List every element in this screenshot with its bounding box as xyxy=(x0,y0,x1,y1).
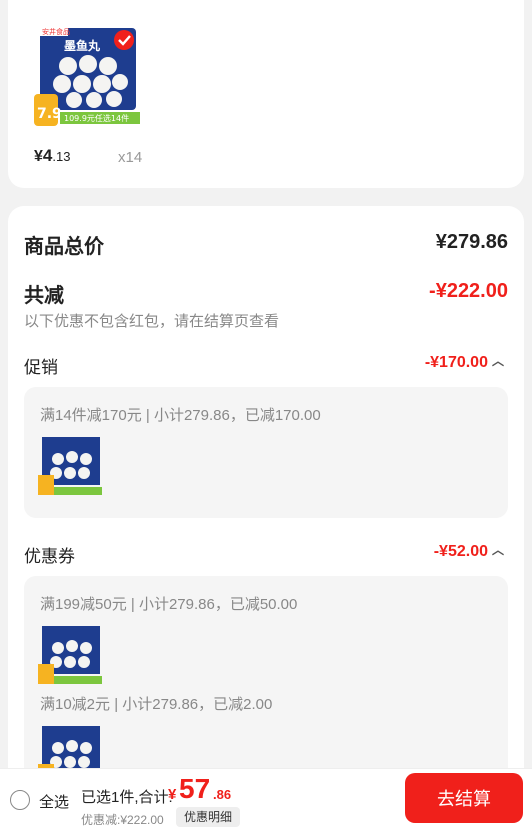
reduce-label: 共减 xyxy=(24,285,64,307)
chevron-up-icon: ︿ xyxy=(491,354,504,368)
price-summary-card: 商品总价 ¥279.86 共减 -¥222.00 以下优惠不包含红包，请在结算页… xyxy=(8,206,524,836)
reduce-value: -¥222.00 xyxy=(429,280,508,302)
coupon-toggle[interactable]: -¥52.00 ︿ xyxy=(434,543,504,561)
chevron-up-icon: ︿ xyxy=(491,543,504,557)
badge-price: 7.9 xyxy=(37,106,62,122)
select-all-radio[interactable] xyxy=(10,790,30,810)
selected-count: 已选1件,合计: xyxy=(81,789,173,806)
total-currency: ¥ xyxy=(168,786,177,803)
coupon-amount: -¥52.00 xyxy=(433,543,488,560)
promo-product-thumb xyxy=(38,437,102,495)
coupon-product-thumb-1 xyxy=(38,626,102,684)
promo-label: 促销 xyxy=(24,358,58,377)
coupon-label: 优惠券 xyxy=(24,547,75,566)
cart-item-card: 安井食品 墨鱼丸 7.9 109.9元任选14件 ¥4.13 x14 xyxy=(8,0,524,188)
promo-amount: -¥170.00 xyxy=(424,354,488,371)
brand-text: 安井食品 xyxy=(42,27,70,36)
checked-icon xyxy=(114,30,134,50)
package-title: 墨鱼丸 xyxy=(64,38,101,53)
coupon-detail-text-1: 满199减50元 | 小计279.86，已减50.00 xyxy=(40,596,298,613)
checkout-button[interactable]: 去结算 xyxy=(405,773,523,823)
banner-text: 109.9元任选14件 xyxy=(64,113,129,123)
discount-amount: 优惠减:¥222.00 xyxy=(81,813,164,827)
promo-toggle[interactable]: -¥170.00 ︿ xyxy=(425,354,504,372)
total-integer: 57 xyxy=(179,773,211,804)
discount-detail-button[interactable]: 优惠明细 xyxy=(176,807,241,827)
item-quantity: x14 xyxy=(118,149,143,166)
promo-detail: 满14件减170元 | 小计279.86，已减170.00 xyxy=(24,387,508,518)
total-label: 商品总价 xyxy=(24,236,104,258)
product-image[interactable]: 安井食品 墨鱼丸 7.9 109.9元任选14件 xyxy=(34,22,142,128)
select-all-label[interactable]: 全选 xyxy=(39,791,69,812)
promo-detail-text: 满14件减170元 | 小计279.86，已减170.00 xyxy=(40,407,321,424)
coupon-detail-text-2: 满10减2元 | 小计279.86，已减2.00 xyxy=(40,696,273,713)
total-value: ¥279.86 xyxy=(435,231,508,253)
item-price: ¥4.13 xyxy=(34,146,71,165)
total-decimal: .86 xyxy=(213,787,232,802)
discount-note: 以下优惠不包含红包，请在结算页查看 xyxy=(24,313,280,330)
